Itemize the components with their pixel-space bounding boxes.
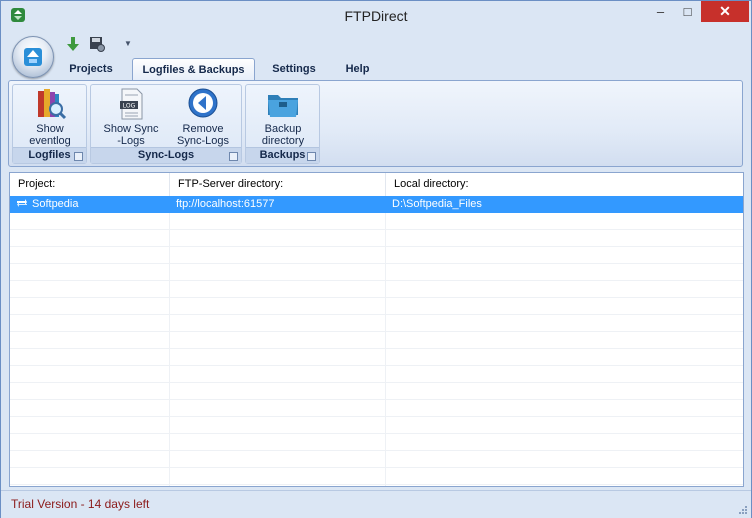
download-arrow-icon [67,37,79,51]
group-backups: Backup directory Backups [245,84,320,164]
project-list[interactable]: Project: FTP-Server directory: Local dir… [9,172,744,487]
sync-arrows-icon [17,199,27,207]
show-eventlog-label-1: Show [36,123,64,135]
title-bar: FTPDirect – □ ✕ [1,1,751,31]
show-sync-logs-label-2: -Logs [117,135,145,147]
empty-row [10,247,743,264]
application-menu-button[interactable] [12,36,54,78]
column-header-ftp-server-directory[interactable]: FTP-Server directory: [170,173,386,196]
empty-row [10,281,743,298]
close-button[interactable]: ✕ [701,1,749,22]
remove-sync-logs-button[interactable]: Remove Sync-Logs [167,87,239,147]
floppy-gear-icon [90,37,105,52]
ribbon-panel: Show eventlog Logfiles LOG Show Sync -Lo… [8,80,743,167]
tab-settings[interactable]: Settings [265,58,323,80]
show-sync-logs-button[interactable]: LOG Show Sync -Logs [95,87,167,147]
group-logfiles: Show eventlog Logfiles [12,84,87,164]
empty-row [10,434,743,451]
back-arrow-circle-icon [188,88,218,118]
show-sync-logs-label-1: Show Sync [103,123,159,135]
column-header-local-directory[interactable]: Local directory: [386,173,743,196]
empty-row [10,332,743,349]
sync-logs-dialog-launcher[interactable] [229,152,238,161]
group-sync-logs-label: Sync-Logs [91,147,241,163]
show-eventlog-button[interactable]: Show eventlog [17,87,83,147]
backup-directory-label-2: directory [261,135,305,147]
local-directory-cell: D:\Softpedia_Files [392,198,482,210]
folder-icon [268,95,298,117]
logfiles-dialog-launcher[interactable] [74,152,83,161]
table-row[interactable]: Softpedia ftp://localhost:61577 D:\Softp… [10,196,743,213]
group-backups-title: Backups [259,149,306,161]
empty-row [10,400,743,417]
group-sync-logs-title: Sync-Logs [137,149,195,161]
download-qat-button[interactable] [63,34,83,54]
tab-help[interactable]: Help [335,58,380,80]
show-eventlog-label-2: eventlog [29,135,71,147]
empty-row [10,383,743,400]
window-title: FTPDirect [344,8,408,24]
status-bar: Trial Version - 14 days left [1,490,751,518]
ftp-directory-cell: ftp://localhost:61577 [176,198,275,210]
empty-row [10,468,743,485]
column-header-project[interactable]: Project: [10,173,170,196]
app-logo-icon [24,48,42,66]
save-settings-qat-button[interactable] [87,34,107,54]
project-cell: Softpedia [10,196,170,213]
list-header: Project: FTP-Server directory: Local dir… [10,173,743,197]
empty-row [10,213,743,230]
customize-qat-dropdown[interactable]: ▼ [123,38,133,50]
empty-row [10,349,743,366]
project-name: Softpedia [32,198,79,210]
backup-directory-button[interactable]: Backup directory [250,87,316,147]
log-file-icon: LOG [120,88,143,120]
tab-logfiles-backups[interactable]: Logfiles & Backups [132,58,255,80]
empty-row [10,417,743,434]
resize-grip-icon[interactable] [738,505,748,515]
app-window: FTPDirect – □ ✕ ▼ Projects Logfiles & Ba… [0,0,752,518]
minimize-button[interactable]: – [647,1,674,22]
backup-directory-label-1: Backup [264,123,302,135]
empty-row [10,230,743,247]
empty-row [10,298,743,315]
group-sync-logs: LOG Show Sync -Logs Remove Sync-Logs Syn… [90,84,242,164]
empty-row [10,366,743,383]
group-logfiles-title: Logfiles [28,149,71,161]
trial-status-text: Trial Version - 14 days left [11,497,150,511]
books-magnifier-icon [38,89,67,120]
svg-text:LOG: LOG [123,103,136,110]
maximize-button[interactable]: □ [674,1,701,22]
empty-row [10,315,743,332]
tab-projects[interactable]: Projects [61,58,121,80]
empty-row [10,451,743,468]
backups-dialog-launcher[interactable] [307,152,316,161]
quick-access-toolbar: ▼ [57,34,132,54]
empty-row [10,264,743,281]
remove-sync-logs-label-1: Remove [182,123,224,135]
remove-sync-logs-label-2: Sync-Logs [177,135,229,147]
